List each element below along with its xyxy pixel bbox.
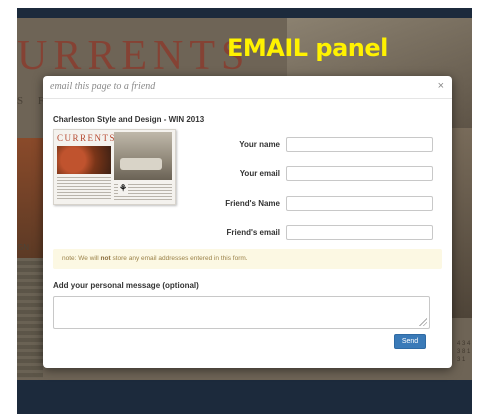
email-modal: email this page to a friend × Charleston… [43, 76, 452, 368]
friends-email-input[interactable] [286, 225, 433, 240]
modal-header: email this page to a friend × [43, 76, 452, 99]
thumbnail-brand: CURRENTS [57, 133, 117, 143]
friends-name-label: Friend's Name [225, 199, 280, 208]
privacy-note-emphasis: not [100, 255, 111, 262]
friends-name-input[interactable] [286, 196, 433, 211]
thumbnail-text-block [57, 177, 111, 201]
thumbnail-logo-icon: ⚘ [118, 183, 129, 194]
background-side-text: 4 3 4 3 8 1 3 1 [457, 341, 471, 363]
close-icon[interactable]: × [438, 80, 444, 92]
background-photo [17, 138, 45, 258]
thumbnail-sofa [120, 158, 162, 170]
thumbnail-food-photo [57, 146, 111, 174]
background-text-column [17, 258, 43, 378]
send-button[interactable]: Send [394, 334, 426, 349]
message-label: Add your personal message (optional) [53, 281, 199, 290]
friends-email-label: Friend's email [226, 228, 280, 237]
publication-thumbnail: CURRENTS ⚘ [53, 129, 176, 205]
your-name-input[interactable] [286, 137, 433, 152]
resize-grip-icon[interactable] [419, 318, 427, 326]
your-email-input[interactable] [286, 166, 433, 181]
message-textarea[interactable] [53, 296, 430, 329]
top-chrome-bar [17, 8, 472, 18]
privacy-note-suffix: store any email addresses entered in thi… [110, 255, 248, 262]
background-side-label: GN [17, 243, 29, 252]
privacy-note-prefix: note: We will [62, 255, 101, 262]
modal-title: email this page to a friend [50, 81, 156, 92]
bottom-chrome-bar [17, 380, 472, 414]
publication-title: Charleston Style and Design - WIN 2013 [53, 115, 205, 124]
background-brand-title: URRENTS [17, 33, 251, 79]
overlay-caption: EMAIL panel [227, 34, 388, 62]
privacy-note: note: We will not store any email addres… [53, 249, 442, 269]
your-name-label: Your name [239, 140, 280, 149]
your-email-label: Your email [239, 169, 280, 178]
